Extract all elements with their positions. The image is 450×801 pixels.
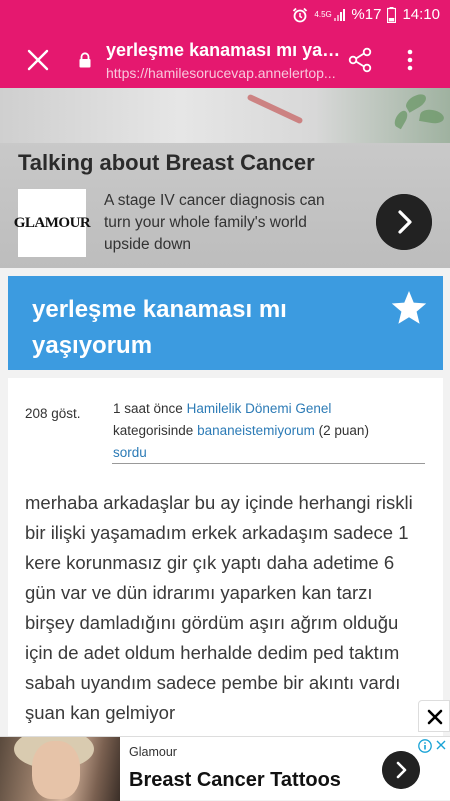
- star-icon[interactable]: [389, 288, 429, 328]
- category-suffix: kategorisinde: [113, 423, 194, 438]
- status-icons: 4.5G %17 14:10: [292, 6, 440, 23]
- close-icon[interactable]: [435, 739, 447, 751]
- ad-title[interactable]: Breast Cancer Tattoos: [129, 769, 341, 792]
- question-meta: 1 saat önce Hamilelik Dönemi Genel kateg…: [113, 398, 433, 464]
- network-type: 4.5G: [314, 9, 332, 19]
- user-points: (2 puan): [318, 423, 369, 438]
- ad-brand[interactable]: Glamour: [129, 745, 177, 759]
- page-title[interactable]: yerleşme kanaması mı yaş...: [106, 40, 346, 61]
- question-title: yerleşme kanaması mı yaşıyorum: [32, 296, 287, 359]
- battery-percent: %17: [351, 6, 382, 23]
- adchoices-icons[interactable]: [418, 739, 448, 755]
- time-ago: 1 saat önce: [113, 401, 183, 416]
- glamour-logo: GLAMOUR: [14, 189, 91, 257]
- ad-thumbnail-image: [0, 737, 120, 801]
- ad-banner-image: [0, 88, 450, 143]
- question-body: merhaba arkadaşlar bu ay içinde herhangi…: [25, 492, 413, 723]
- battery-icon: [387, 6, 397, 23]
- share-icon[interactable]: [346, 46, 374, 74]
- close-icon[interactable]: [419, 701, 450, 733]
- asked-link[interactable]: sordu: [113, 445, 147, 460]
- info-icon[interactable]: [418, 739, 432, 753]
- bottom-advertisement[interactable]: Glamour Breast Cancer Tattoos: [0, 736, 450, 801]
- question-header: yerleşme kanaması mı yaşıyorum: [8, 276, 443, 370]
- top-advertisement[interactable]: Talking about Breast Cancer GLAMOUR A st…: [0, 88, 450, 268]
- divider: [112, 463, 425, 464]
- alarm-icon: [293, 7, 308, 22]
- question-card: 208 göst. 1 saat önce Hamilelik Dönemi G…: [8, 378, 443, 738]
- chevron-right-icon[interactable]: [376, 194, 432, 250]
- ad-close-button[interactable]: [418, 700, 450, 732]
- user-link[interactable]: bananeistemiyorum: [197, 423, 315, 438]
- signal-icon: [334, 8, 346, 21]
- clock: 14:10: [402, 6, 440, 23]
- ad-headline[interactable]: Talking about Breast Cancer: [18, 150, 315, 176]
- logo-text: GLAMOUR: [13, 214, 91, 231]
- status-bar: 4.5G %17 14:10: [0, 0, 450, 32]
- browser-toolbar: yerleşme kanaması mı yaş... https://hami…: [0, 32, 450, 88]
- category-link[interactable]: Hamilelik Dönemi Genel: [187, 401, 332, 416]
- lock-icon: [79, 52, 91, 68]
- view-count: 208 göst.: [25, 406, 81, 421]
- page-url[interactable]: https://hamilesorucevap.annelertop...: [106, 65, 346, 81]
- more-options-icon[interactable]: [398, 46, 422, 74]
- ad-description[interactable]: A stage IV cancer diagnosis can turn you…: [104, 190, 344, 256]
- close-icon[interactable]: [22, 44, 54, 76]
- chevron-right-icon[interactable]: [382, 751, 420, 789]
